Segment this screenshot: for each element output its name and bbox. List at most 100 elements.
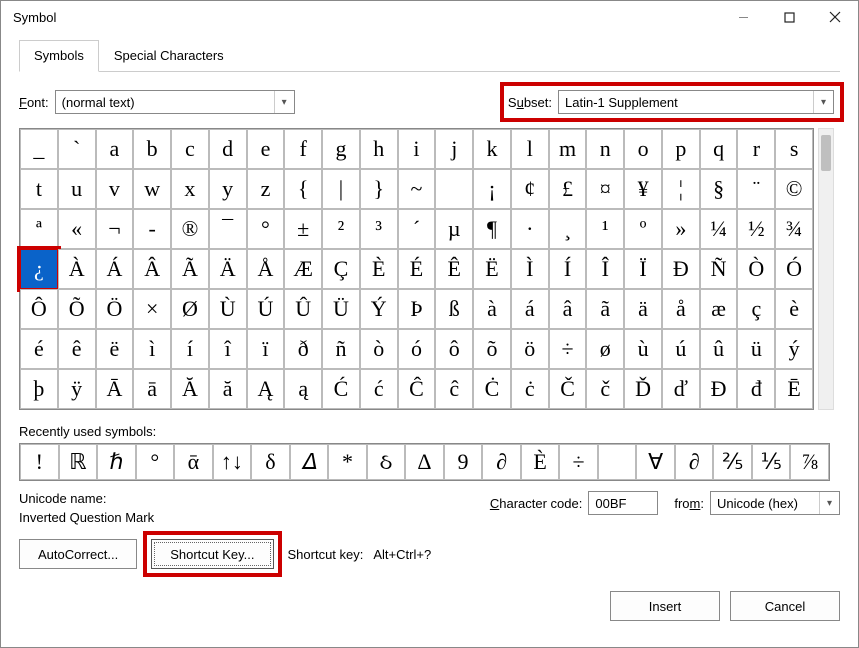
symbol-cell[interactable]: ÿ xyxy=(58,369,96,409)
shortcut-key-button[interactable]: Shortcut Key... xyxy=(151,539,273,569)
symbol-cell[interactable]: s xyxy=(775,129,813,169)
recent-symbol-cell[interactable]: ° xyxy=(136,444,175,480)
symbol-cell[interactable]: Á xyxy=(96,249,134,289)
symbol-cell[interactable]: Ć xyxy=(322,369,360,409)
recent-symbol-cell[interactable]: ↑↓ xyxy=(213,444,252,480)
symbol-cell[interactable]: Î xyxy=(586,249,624,289)
symbol-cell[interactable]: ® xyxy=(171,209,209,249)
symbol-cell[interactable]: Æ xyxy=(284,249,322,289)
symbol-cell[interactable]: ¦ xyxy=(662,169,700,209)
symbol-cell[interactable]: ¤ xyxy=(586,169,624,209)
symbol-cell[interactable]: « xyxy=(58,209,96,249)
symbol-cell[interactable]: o xyxy=(624,129,662,169)
symbol-cell[interactable]: Ù xyxy=(209,289,247,329)
symbol-cell[interactable]: É xyxy=(398,249,436,289)
symbol-cell[interactable]: ć xyxy=(360,369,398,409)
symbol-cell[interactable]: v xyxy=(96,169,134,209)
recent-symbol-cell[interactable]: * xyxy=(328,444,367,480)
symbol-cell[interactable]: Ö xyxy=(96,289,134,329)
symbol-cell[interactable]: z xyxy=(247,169,285,209)
symbol-cell[interactable]: w xyxy=(133,169,171,209)
symbol-cell[interactable]: ð xyxy=(284,329,322,369)
recent-symbol-cell[interactable]: ⅕ xyxy=(752,444,791,480)
symbol-cell[interactable]: ì xyxy=(133,329,171,369)
symbol-cell[interactable]: ë xyxy=(96,329,134,369)
symbol-cell[interactable]: Đ xyxy=(700,369,738,409)
symbol-cell[interactable]: ø xyxy=(586,329,624,369)
grid-scrollbar[interactable] xyxy=(818,128,834,410)
symbol-cell[interactable]: ³ xyxy=(360,209,398,249)
symbol-cell[interactable]: è xyxy=(775,289,813,329)
symbol-cell[interactable]: Ē xyxy=(775,369,813,409)
symbol-cell[interactable]: h xyxy=(360,129,398,169)
symbol-cell[interactable]: ô xyxy=(435,329,473,369)
recent-symbol-cell[interactable]: δ xyxy=(251,444,290,480)
symbol-cell[interactable]: È xyxy=(360,249,398,289)
recent-symbol-cell[interactable]: È xyxy=(521,444,560,480)
symbol-cell[interactable]: × xyxy=(133,289,171,329)
symbol-cell[interactable]: ĉ xyxy=(435,369,473,409)
symbol-cell[interactable]: ÷ xyxy=(549,329,587,369)
symbol-cell[interactable]: ¬ xyxy=(96,209,134,249)
recent-symbol-cell[interactable]: ᾱ xyxy=(174,444,213,480)
symbol-cell[interactable]: Ì xyxy=(511,249,549,289)
symbol-cell[interactable]: Ô xyxy=(20,289,58,329)
charcode-input[interactable] xyxy=(588,491,658,515)
symbol-cell[interactable]: g xyxy=(322,129,360,169)
symbol-cell[interactable]: l xyxy=(511,129,549,169)
insert-button[interactable]: Insert xyxy=(610,591,720,621)
recent-symbols-grid[interactable]: !ℝℏ°ᾱ↑↓δ𝛥*ઠΔ9∂È÷∀∂⅖⅕⅞ xyxy=(19,443,830,481)
recent-symbol-cell[interactable]: Δ xyxy=(405,444,444,480)
symbol-cell[interactable]: d xyxy=(209,129,247,169)
symbol-cell[interactable]: { xyxy=(284,169,322,209)
symbol-cell[interactable]: å xyxy=(662,289,700,329)
symbol-cell[interactable]: ¢ xyxy=(511,169,549,209)
symbol-cell[interactable]: · xyxy=(511,209,549,249)
symbol-cell[interactable]: ê xyxy=(58,329,96,369)
symbol-cell[interactable]: ² xyxy=(322,209,360,249)
symbol-cell[interactable]: ½ xyxy=(737,209,775,249)
symbol-cell[interactable]: ç xyxy=(737,289,775,329)
symbol-cell[interactable]: ï xyxy=(247,329,285,369)
symbol-cell[interactable]: û xyxy=(700,329,738,369)
symbol-cell[interactable]: ă xyxy=(209,369,247,409)
symbol-cell[interactable]: Ò xyxy=(737,249,775,289)
symbol-grid[interactable]: _`abcdefghijklmnopqrstuvwxyz{|}~¡¢£¤¥¦§¨… xyxy=(19,128,814,410)
symbol-cell[interactable]: đ xyxy=(737,369,775,409)
recent-symbol-cell[interactable]: ⅞ xyxy=(790,444,829,480)
symbol-cell[interactable]: f xyxy=(284,129,322,169)
symbol-cell[interactable]: ¯ xyxy=(209,209,247,249)
symbol-cell[interactable]: í xyxy=(171,329,209,369)
symbol-cell[interactable]: r xyxy=(737,129,775,169)
symbol-cell[interactable]: § xyxy=(700,169,738,209)
symbol-cell[interactable]: Ý xyxy=(360,289,398,329)
symbol-cell[interactable]: m xyxy=(549,129,587,169)
symbol-cell[interactable]: á xyxy=(511,289,549,329)
symbol-cell[interactable]: Ë xyxy=(473,249,511,289)
from-combo[interactable]: Unicode (hex) ▾ xyxy=(710,491,840,515)
symbol-cell[interactable]: ¸ xyxy=(549,209,587,249)
symbol-cell[interactable]: © xyxy=(775,169,813,209)
symbol-cell[interactable]: Ą xyxy=(247,369,285,409)
symbol-cell[interactable]: Ď xyxy=(624,369,662,409)
symbol-cell[interactable]: ä xyxy=(624,289,662,329)
symbol-cell[interactable] xyxy=(435,169,473,209)
recent-symbol-cell[interactable] xyxy=(598,444,637,480)
symbol-cell[interactable]: } xyxy=(360,169,398,209)
symbol-cell[interactable]: Ü xyxy=(322,289,360,329)
symbol-cell[interactable]: Ĉ xyxy=(398,369,436,409)
symbol-cell[interactable]: ¡ xyxy=(473,169,511,209)
symbol-cell[interactable]: » xyxy=(662,209,700,249)
symbol-cell[interactable]: c xyxy=(171,129,209,169)
symbol-cell[interactable]: Þ xyxy=(398,289,436,329)
symbol-cell[interactable]: ¨ xyxy=(737,169,775,209)
symbol-cell[interactable]: t xyxy=(20,169,58,209)
symbol-cell[interactable]: Ú xyxy=(247,289,285,329)
symbol-cell[interactable]: £ xyxy=(549,169,587,209)
symbol-cell[interactable]: k xyxy=(473,129,511,169)
symbol-cell[interactable]: ü xyxy=(737,329,775,369)
symbol-cell[interactable]: ¶ xyxy=(473,209,511,249)
symbol-cell[interactable]: æ xyxy=(700,289,738,329)
tab-symbols[interactable]: Symbols xyxy=(19,40,99,72)
symbol-cell[interactable]: q xyxy=(700,129,738,169)
